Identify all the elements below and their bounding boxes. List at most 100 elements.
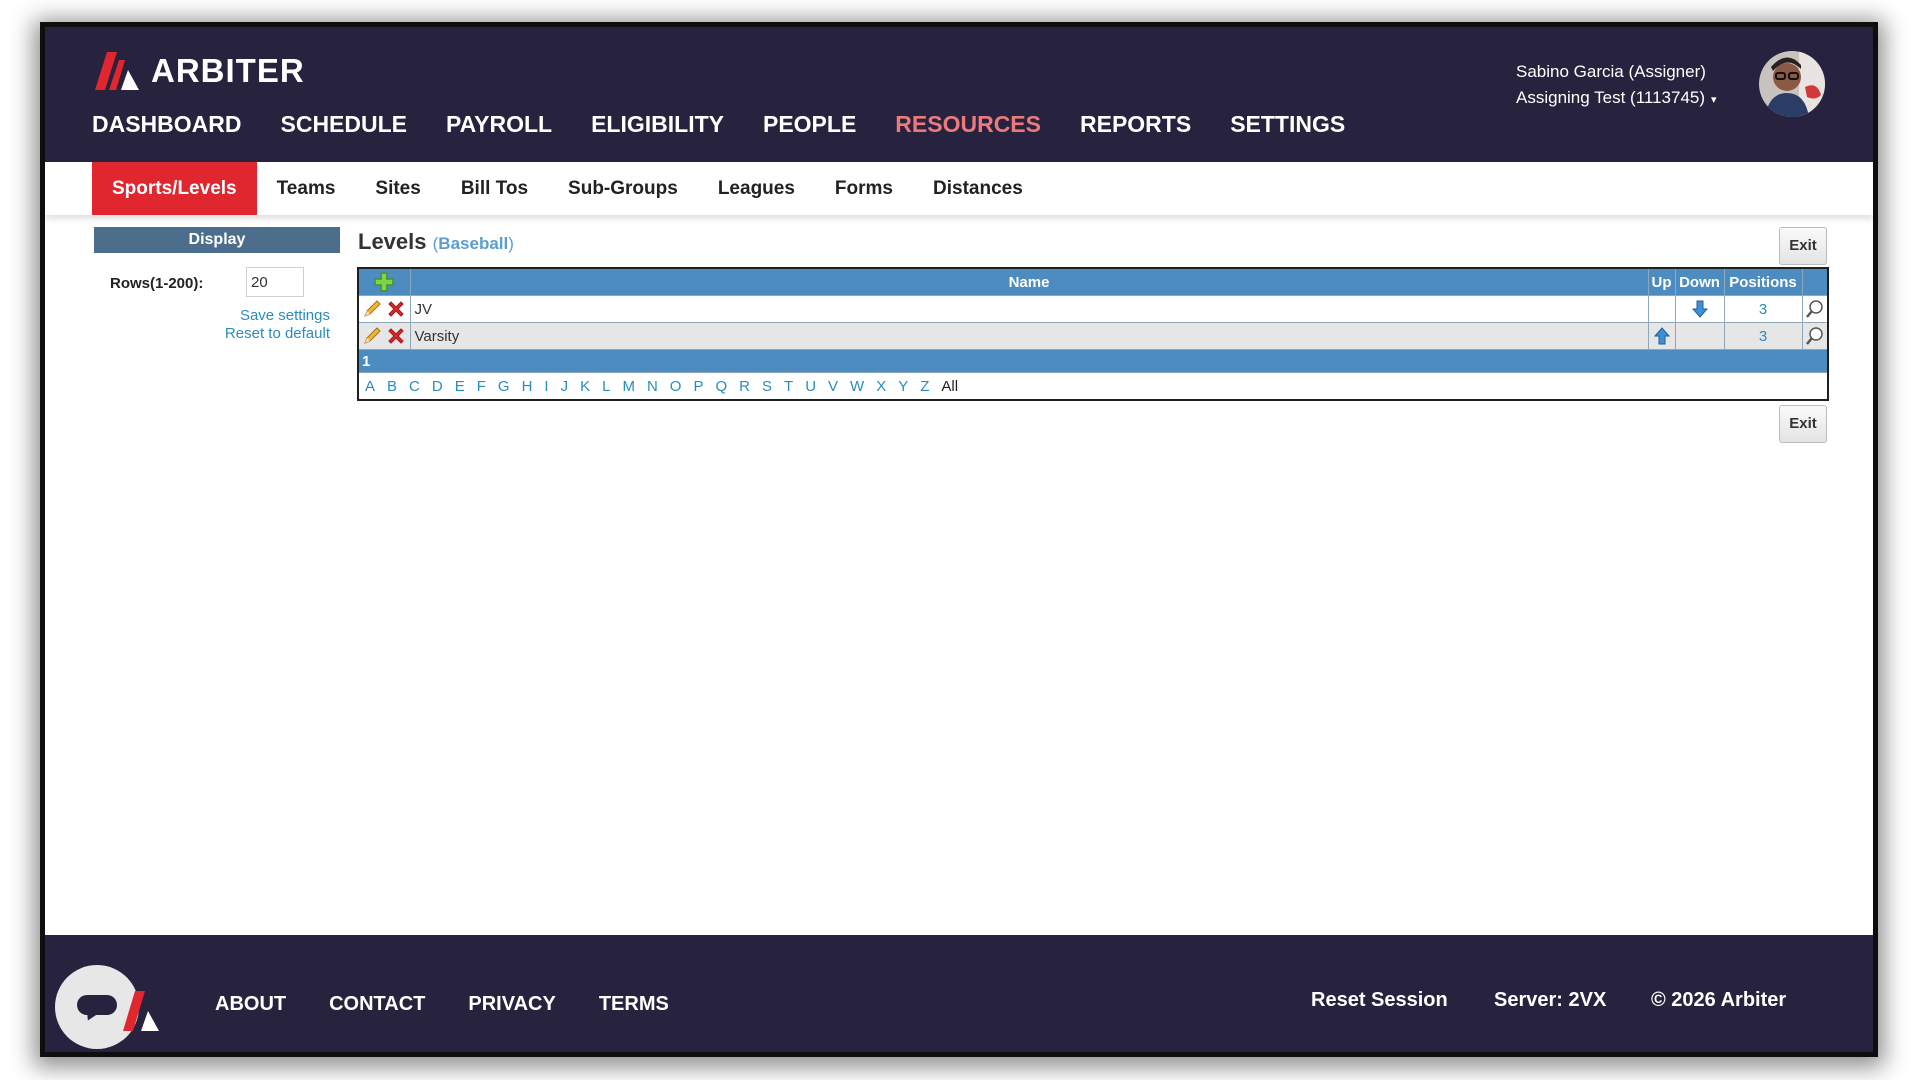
tab-distances[interactable]: Distances xyxy=(913,162,1043,215)
positions-link[interactable]: 3 xyxy=(1759,301,1767,318)
footer: ABOUT CONTACT PRIVACY TERMS Reset Sessio… xyxy=(45,935,1873,1052)
col-positions: Positions xyxy=(1723,267,1803,296)
letter-d[interactable]: D xyxy=(432,378,443,395)
avatar[interactable] xyxy=(1759,51,1825,117)
letter-a[interactable]: A xyxy=(365,378,375,395)
level-name: JV xyxy=(409,295,1649,323)
top-header: ARBITER DASHBOARD SCHEDULE PAYROLL ELIGI… xyxy=(45,27,1873,162)
letter-v[interactable]: V xyxy=(828,378,838,395)
positions-cell[interactable]: 3 xyxy=(1723,295,1803,323)
page-title: Levels (Baseball) xyxy=(358,229,514,255)
footer-privacy-link[interactable]: PRIVACY xyxy=(468,993,555,1016)
letter-all[interactable]: All xyxy=(941,378,958,395)
copyright-text: © 2026 Arbiter xyxy=(1651,989,1787,1011)
page-number[interactable]: 1 xyxy=(357,349,1829,373)
letter-b[interactable]: B xyxy=(387,378,397,395)
magnifier-icon[interactable] xyxy=(1805,326,1825,346)
col-name[interactable]: Name xyxy=(409,267,1649,296)
tab-leagues[interactable]: Leagues xyxy=(698,162,815,215)
caret-down-icon: ▾ xyxy=(1711,94,1717,106)
edit-pencil-icon[interactable] xyxy=(362,299,382,319)
up-cell xyxy=(1647,295,1676,323)
add-level-cell[interactable] xyxy=(357,267,411,296)
footer-logo-icon xyxy=(123,991,159,1031)
down-cell[interactable] xyxy=(1674,295,1725,323)
letter-q[interactable]: Q xyxy=(715,378,727,395)
letter-i[interactable]: I xyxy=(544,378,548,395)
alpha-filter-row: A B C D E F G H I J K L M N O P Q R S T … xyxy=(357,372,1829,401)
letter-z[interactable]: Z xyxy=(920,378,929,395)
positions-cell[interactable]: 3 xyxy=(1723,322,1803,350)
nav-people[interactable]: PEOPLE xyxy=(763,111,856,138)
add-icon[interactable] xyxy=(374,272,394,292)
rows-input[interactable] xyxy=(246,267,304,297)
letter-t[interactable]: T xyxy=(784,378,793,395)
letter-c[interactable]: C xyxy=(409,378,420,395)
reset-default-link[interactable]: Reset to default xyxy=(225,325,330,342)
tab-teams[interactable]: Teams xyxy=(257,162,356,215)
nav-reports[interactable]: REPORTS xyxy=(1080,111,1191,138)
footer-terms-link[interactable]: TERMS xyxy=(599,993,669,1016)
letter-y[interactable]: Y xyxy=(898,378,908,395)
letter-o[interactable]: O xyxy=(670,378,682,395)
tab-forms[interactable]: Forms xyxy=(815,162,913,215)
tab-bill-tos[interactable]: Bill Tos xyxy=(441,162,548,215)
sport-name: Baseball xyxy=(438,234,509,253)
letter-e[interactable]: E xyxy=(455,378,465,395)
sub-nav: Sports/Levels Teams Sites Bill Tos Sub-G… xyxy=(45,162,1873,215)
tab-sites[interactable]: Sites xyxy=(355,162,440,215)
nav-dashboard[interactable]: DASHBOARD xyxy=(92,111,242,138)
letter-x[interactable]: X xyxy=(876,378,886,395)
user-photo xyxy=(1759,51,1825,117)
col-down: Down xyxy=(1674,267,1725,296)
arbiter-logo[interactable]: ARBITER xyxy=(95,51,305,91)
edit-pencil-icon[interactable] xyxy=(362,326,382,346)
arrow-down-icon[interactable] xyxy=(1691,300,1708,318)
up-cell[interactable] xyxy=(1647,322,1676,350)
footer-contact-link[interactable]: CONTACT xyxy=(329,993,425,1016)
letter-u[interactable]: U xyxy=(805,378,816,395)
col-view xyxy=(1801,267,1829,296)
letter-h[interactable]: H xyxy=(522,378,533,395)
footer-about-link[interactable]: ABOUT xyxy=(215,993,286,1016)
letter-k[interactable]: K xyxy=(580,378,590,395)
nav-settings[interactable]: SETTINGS xyxy=(1230,111,1345,138)
delete-x-icon[interactable] xyxy=(386,326,406,346)
letter-f[interactable]: F xyxy=(477,378,486,395)
letter-s[interactable]: S xyxy=(762,378,772,395)
down-cell xyxy=(1674,322,1725,350)
letter-n[interactable]: N xyxy=(647,378,658,395)
letter-m[interactable]: M xyxy=(622,378,635,395)
letter-p[interactable]: P xyxy=(693,378,703,395)
view-cell[interactable] xyxy=(1801,322,1829,350)
nav-eligibility[interactable]: ELIGIBILITY xyxy=(591,111,724,138)
letter-w[interactable]: W xyxy=(850,378,864,395)
table-row: JV 3 xyxy=(357,295,1829,323)
level-name: Varsity xyxy=(409,322,1649,350)
letter-j[interactable]: J xyxy=(561,378,569,395)
logo-text: ARBITER xyxy=(151,52,305,89)
levels-title-text: Levels xyxy=(358,229,427,254)
nav-resources[interactable]: RESOURCES xyxy=(895,111,1041,138)
view-cell[interactable] xyxy=(1801,295,1829,323)
table-header-row: Name Up Down Positions xyxy=(357,267,1829,296)
letter-g[interactable]: G xyxy=(498,378,510,395)
delete-x-icon[interactable] xyxy=(386,299,406,319)
positions-link[interactable]: 3 xyxy=(1759,328,1767,345)
exit-button-bottom[interactable]: Exit xyxy=(1779,405,1827,443)
letter-r[interactable]: R xyxy=(739,378,750,395)
server-label: Server: 2VX xyxy=(1494,989,1607,1011)
tab-sports-levels[interactable]: Sports/Levels xyxy=(92,162,257,215)
nav-schedule[interactable]: SCHEDULE xyxy=(281,111,408,138)
user-menu[interactable]: Sabino Garcia (Assigner) Assigning Test … xyxy=(1516,59,1717,113)
reset-session-link[interactable]: Reset Session xyxy=(1311,989,1448,1012)
tab-sub-groups[interactable]: Sub-Groups xyxy=(548,162,698,215)
save-settings-link[interactable]: Save settings xyxy=(240,307,330,324)
exit-button-top[interactable]: Exit xyxy=(1779,227,1827,265)
arrow-up-icon[interactable] xyxy=(1653,327,1670,345)
account-selector[interactable]: Assigning Test (1113745) ▾ xyxy=(1516,85,1717,113)
chat-icon xyxy=(77,995,117,1015)
magnifier-icon[interactable] xyxy=(1805,299,1825,319)
letter-l[interactable]: L xyxy=(602,378,610,395)
nav-payroll[interactable]: PAYROLL xyxy=(446,111,552,138)
